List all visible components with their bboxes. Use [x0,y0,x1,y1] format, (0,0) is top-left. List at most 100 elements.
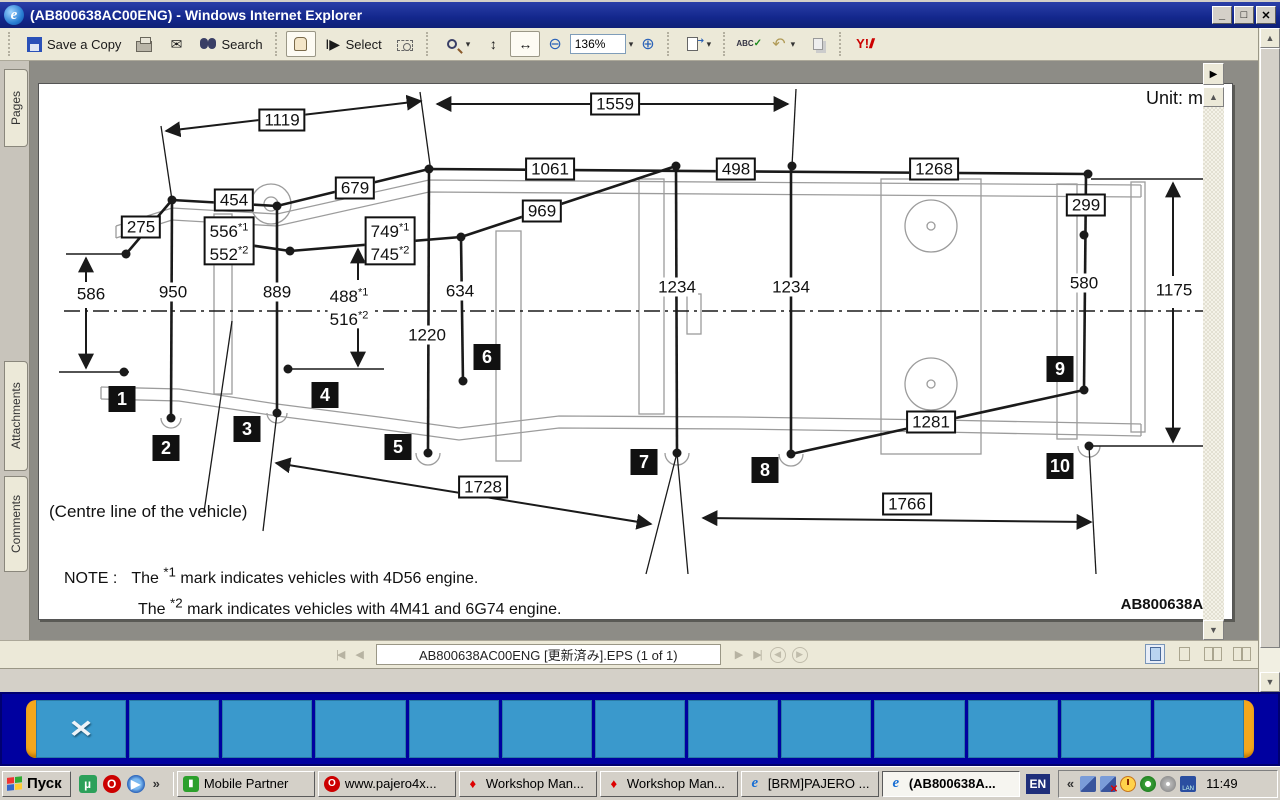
network-offline-icon[interactable] [1100,776,1116,792]
scroll-down-icon[interactable]: ▼ [1203,620,1224,640]
taskbar-button[interactable]: ♦Workshop Man... [600,771,738,797]
pdf-page[interactable]: Unit: mm (Centre line of the vehicle) NO… [38,83,1233,620]
taskbar-button-label: Mobile Partner [204,776,289,791]
applet-button-4[interactable] [315,700,405,758]
applet-button-9[interactable] [781,700,871,758]
next-view-icon[interactable]: ▶ [792,647,808,663]
applet-button-7[interactable] [595,700,685,758]
language-indicator[interactable]: EN [1026,774,1050,794]
chevron-down-icon[interactable]: ▾ [629,39,634,50]
scroll-down-icon[interactable]: ▼ [1260,672,1280,692]
network-icon[interactable] [1080,776,1096,792]
screen: e (AB800638AC00ENG) - Windows Internet E… [0,0,1280,800]
opera-icon: O [324,776,340,792]
note-line: The *1 mark indicates vehicles with 4D56… [131,570,478,587]
tab-attachments[interactable]: Attachments [4,361,28,471]
zoom-out-button[interactable]: ⊖ [542,31,567,57]
fit-width-button[interactable]: ↔ [510,31,540,57]
applet-button-8[interactable] [688,700,778,758]
continuous-facing-layout-button[interactable] [1203,644,1223,664]
tab-pages[interactable]: Pages [4,69,28,147]
applet-button-6[interactable] [502,700,592,758]
previous-view-icon[interactable]: ◀ [770,647,786,663]
antivirus-icon[interactable] [1140,776,1156,792]
toolbar-grip [723,32,728,56]
first-page-icon[interactable]: |◀ [336,648,343,661]
chevron-left-icon[interactable]: « [1067,776,1074,791]
start-button[interactable]: Пуск [2,771,71,797]
applet-button-12[interactable] [1061,700,1151,758]
minimize-button[interactable]: _ [1212,6,1232,24]
taskbar-button[interactable]: e(AB800638A... [882,771,1020,797]
email-icon: ✉ [167,35,185,53]
chevron-more-icon[interactable]: » [153,776,160,791]
search-button[interactable]: Search [193,31,268,57]
snapshot-button[interactable] [390,31,420,57]
utorrent-icon[interactable]: µ [79,775,97,793]
applet-button-2[interactable] [129,700,219,758]
applet-button-13[interactable] [1154,700,1244,758]
taskbar-button[interactable]: ▮ Mobile Partner [177,771,315,797]
opera-icon[interactable]: O [103,775,121,793]
applet-button-10[interactable] [874,700,964,758]
toolbar-grip [426,32,431,56]
zoom-level-input[interactable] [570,34,626,54]
zoom-in-button[interactable]: ⊕ [635,31,660,57]
taskbar-button[interactable]: e[BRM]PAJERO ... [741,771,879,797]
yahoo-messenger-button[interactable]: Y!🙼 [850,31,881,57]
cd-audio-icon[interactable] [1160,776,1176,792]
chevron-down-icon: ▾ [791,39,796,50]
dimension-label: 950 [157,283,189,302]
taskbar-button[interactable]: Owww.pajero4x... [318,771,456,797]
yahoo-messenger-icon: Y!🙼 [856,36,875,52]
single-page-layout-button[interactable] [1145,644,1165,664]
mobile-partner-icon: ▮ [183,776,199,792]
applet-button-5[interactable] [409,700,499,758]
dimension-label-boxed: 1119 [258,109,305,132]
lan-icon[interactable]: LAN [1180,776,1196,792]
scrollbar-track[interactable] [1203,107,1224,620]
navigation-pane-strip: Pages Attachments Comments [0,61,30,640]
scroll-up-icon[interactable]: ▲ [1260,28,1280,48]
pdf-status-bar: |◀ ◀ AB800638AC00ENG [更新済み].EPS (1 of 1)… [0,640,1280,668]
expand-panel-button[interactable]: ▶ [1203,63,1224,85]
taskbar-button[interactable]: ♦Workshop Man... [459,771,597,797]
close-button[interactable]: ✕ [1256,6,1276,24]
mitsubishi-icon: ♦ [606,776,622,792]
toolbar-grip [839,32,844,56]
print-button[interactable] [129,31,159,57]
zoom-tool-button[interactable]: ▾ [437,31,477,57]
media-player-icon[interactable]: ▶ [127,775,145,793]
pdf-vertical-scrollbar[interactable]: ▲ ▼ [1203,87,1224,640]
ie-vertical-scrollbar[interactable]: ▲ ▼ [1258,28,1280,692]
tab-comments[interactable]: Comments [4,476,28,572]
scroll-up-icon[interactable]: ▲ [1203,87,1224,107]
scrollbar-thumb[interactable] [1260,48,1280,648]
select-tool-button[interactable]: I▶ Select [318,31,388,57]
previous-page-icon[interactable]: ◀ [355,648,361,661]
copy-button[interactable] [803,31,833,57]
continuous-layout-button[interactable] [1174,644,1194,664]
page-layout-group [1145,644,1252,664]
page-display-button[interactable]: ▾ [678,31,718,57]
tab-pages-label: Pages [9,91,23,125]
applet-button-1[interactable]: ✕ [36,700,126,758]
hand-tool-button[interactable] [286,31,316,57]
spellcheck-button[interactable]: ABC✓ [734,31,764,57]
fit-page-button[interactable]: ↕ [478,31,508,57]
select-label: Select [346,37,382,52]
email-button[interactable]: ✉ [161,31,191,57]
facing-layout-button[interactable] [1232,644,1252,664]
applet-button-11[interactable] [968,700,1058,758]
save-a-copy-button[interactable]: Save a Copy [19,31,127,57]
dimension-label-boxed: 1061 [525,158,575,181]
undo-button[interactable]: ↶▾ [766,31,801,57]
applet-button-3[interactable] [222,700,312,758]
text-select-icon: I▶ [324,35,342,53]
maximize-button[interactable]: □ [1234,6,1254,24]
scheduler-icon[interactable] [1120,776,1136,792]
next-page-icon[interactable]: ▶ [735,648,741,661]
copy-icon [809,35,827,53]
page-title-field[interactable]: AB800638AC00ENG [更新済み].EPS (1 of 1) [376,644,721,665]
last-page-icon[interactable]: ▶| [753,648,760,661]
